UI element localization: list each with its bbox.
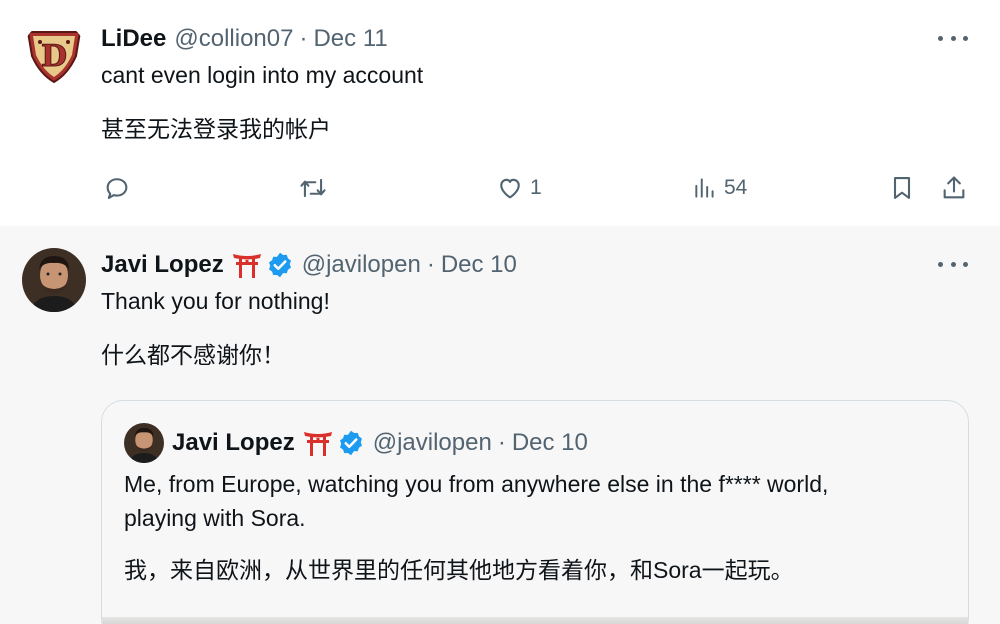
action-bar: 1 54 xyxy=(0,172,1000,208)
like-icon xyxy=(500,178,520,199)
reply-button[interactable] xyxy=(103,174,137,202)
tweet-date[interactable]: Dec 11 xyxy=(313,25,387,53)
tweet-header: LiDee @collion07 · Dec 11 xyxy=(101,25,388,53)
verified-icon xyxy=(266,251,294,279)
author-name[interactable]: Javi Lopez xyxy=(101,251,224,279)
tweet-text-en: cant even login into my account xyxy=(101,62,424,88)
avatar[interactable]: D xyxy=(22,22,86,86)
tweet-javi-lopez[interactable]: Javi Lopez @javilopen · Dec 10 Thank you… xyxy=(0,226,1000,624)
retweet-icon xyxy=(300,178,326,198)
svg-text:D: D xyxy=(41,39,67,74)
tweet-text-en: Thank you for nothing! xyxy=(101,288,330,314)
separator-dot: · xyxy=(497,429,506,456)
quote-header: Javi Lopez @javilopen · Dec 10 xyxy=(172,429,588,457)
bookmark-button[interactable] xyxy=(888,174,916,202)
quote-author-handle: @javilopen xyxy=(372,429,492,456)
more-icon[interactable] xyxy=(938,254,968,274)
like-button[interactable]: 1 xyxy=(496,174,542,202)
quote-date: Dec 10 xyxy=(511,429,588,456)
author-handle[interactable]: @javilopen xyxy=(302,251,421,279)
quote-text-zh: 我，来自欧洲，从世界里的任何其他地方看着你，和Sora一起玩。 xyxy=(124,557,794,583)
more-icon[interactable] xyxy=(938,28,968,48)
bookmark-icon xyxy=(893,177,911,199)
reply-icon xyxy=(106,178,128,199)
tweet-header: Javi Lopez @javilopen · Dec 10 xyxy=(101,251,517,279)
torii-gate-icon xyxy=(232,251,262,279)
share-icon xyxy=(943,176,965,199)
quote-author-name: Javi Lopez xyxy=(172,429,295,456)
share-button[interactable] xyxy=(940,174,968,202)
separator-dot: · xyxy=(299,25,308,52)
quote-text-en-line1: Me, from Europe, watching you from anywh… xyxy=(124,471,829,497)
quoted-tweet[interactable]: Javi Lopez @javilopen · Dec 10 Me, from … xyxy=(101,400,969,624)
tweet-text-zh: 甚至无法登录我的帐户 xyxy=(101,116,331,142)
avatar[interactable] xyxy=(22,248,86,312)
retweet-button[interactable] xyxy=(298,174,334,202)
quote-media-preview[interactable] xyxy=(102,617,968,624)
author-name[interactable]: LiDee xyxy=(101,25,166,53)
verified-icon xyxy=(337,429,365,457)
views-button[interactable]: 54 xyxy=(692,174,747,202)
quote-text-en-line2: playing with Sora. xyxy=(124,505,306,531)
tweet-date[interactable]: Dec 10 xyxy=(441,251,517,279)
tweet-text-zh: 什么都不感谢你！ xyxy=(101,342,285,368)
separator-dot: · xyxy=(426,251,435,278)
author-handle[interactable]: @collion07 xyxy=(174,25,293,53)
view-count: 54 xyxy=(724,176,748,199)
tweet-lidee[interactable]: D LiDee @collion07 · Dec 11 cant even lo… xyxy=(0,0,1000,226)
quote-avatar[interactable] xyxy=(124,423,164,463)
torii-gate-icon xyxy=(303,429,333,457)
like-count: 1 xyxy=(530,176,542,199)
views-icon xyxy=(695,178,714,198)
